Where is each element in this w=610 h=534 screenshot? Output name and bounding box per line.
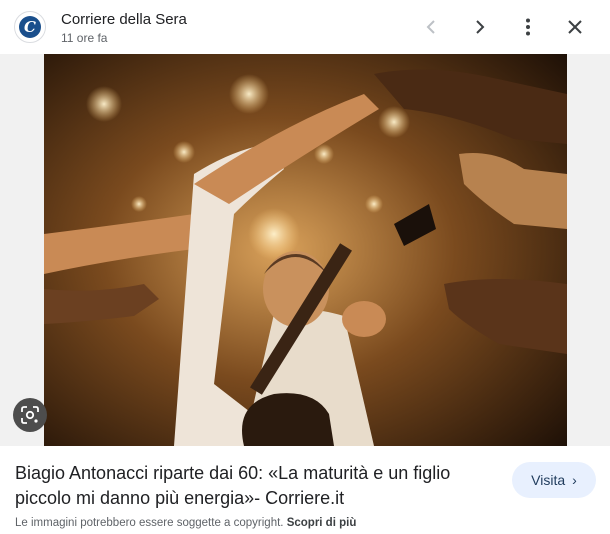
source-name[interactable]: Corriere della Sera <box>61 11 187 28</box>
google-lens-button[interactable] <box>13 398 47 432</box>
favicon-letter: C <box>19 16 41 38</box>
more-vert-icon <box>526 18 530 36</box>
concert-photo <box>44 54 567 446</box>
image-viewer <box>0 54 610 446</box>
chevron-right-icon: › <box>572 472 577 488</box>
copyright-text: Le immagini potrebbero essere soggette a… <box>15 517 284 529</box>
close-icon <box>568 20 582 34</box>
next-button[interactable] <box>466 13 494 41</box>
panel-header: C Corriere della Sera 11 ore fa <box>0 0 610 54</box>
visit-button-label: Visita <box>531 472 566 488</box>
previous-icon <box>426 20 435 34</box>
copyright-notice: Le immagini potrebbero essere soggette a… <box>15 517 356 529</box>
article-title[interactable]: Biagio Antonacci riparte dai 60: «La mat… <box>15 461 485 511</box>
visit-button[interactable]: Visita › <box>512 462 596 498</box>
lens-icon <box>21 406 39 424</box>
learn-more-link[interactable]: Scopri di più <box>287 517 357 529</box>
source-time: 11 ore fa <box>61 31 108 45</box>
more-options-button[interactable] <box>514 13 542 41</box>
next-icon <box>476 20 485 34</box>
previous-button[interactable] <box>418 13 446 41</box>
article-photo[interactable] <box>44 54 567 446</box>
source-favicon: C <box>14 11 46 43</box>
close-button[interactable] <box>561 13 589 41</box>
